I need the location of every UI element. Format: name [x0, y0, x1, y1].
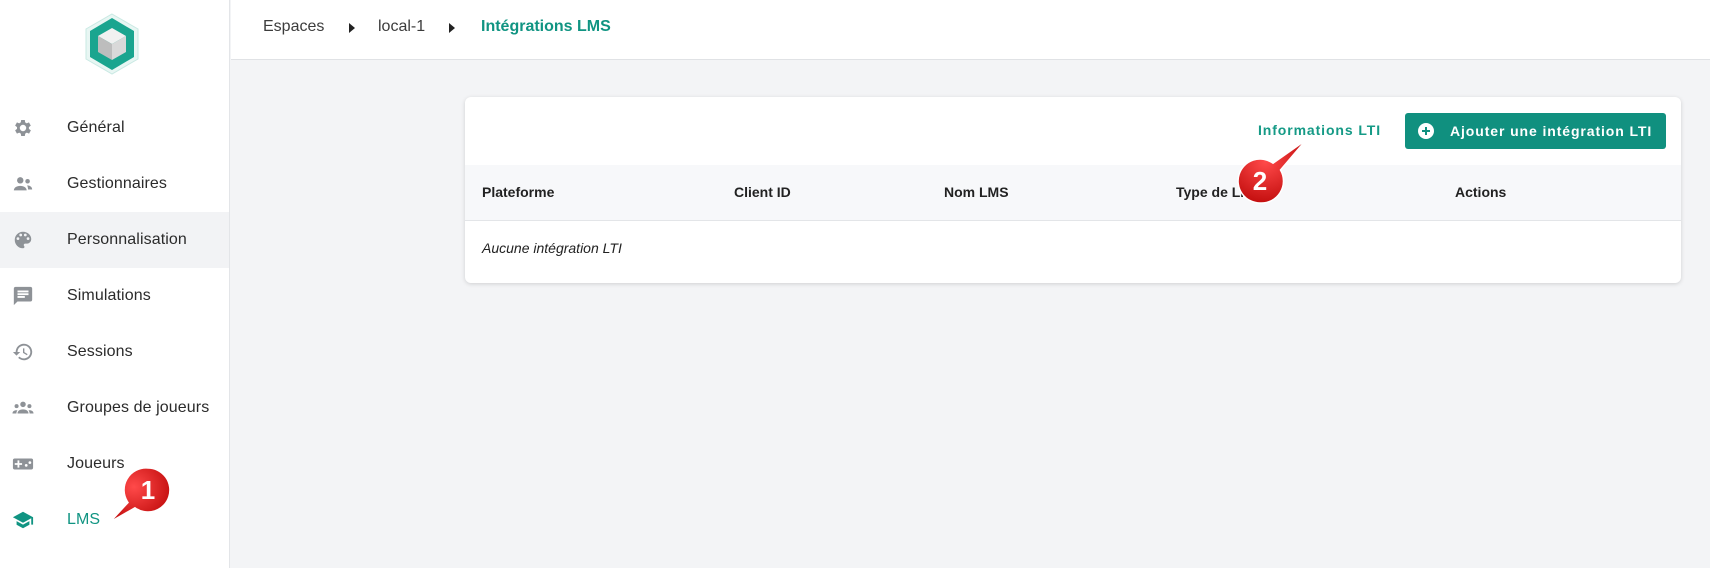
callout-number: 2 [1252, 165, 1268, 196]
column-header-nom-lms[interactable]: Nom LMS [944, 184, 1009, 200]
sidebar-item-label: Gestionnaires [67, 175, 168, 192]
lti-integrations-card: Informations LTI Ajouter une intégration… [465, 97, 1681, 283]
breadcrumb-espaces[interactable]: Espaces [263, 18, 324, 36]
people-icon [12, 173, 34, 195]
sidebar-item-general[interactable]: Général [0, 100, 229, 156]
history-icon [12, 341, 34, 363]
sidebar-nav: Général Gestionnaires Personnalisation S… [0, 100, 229, 548]
breadcrumb-local-1[interactable]: local-1 [378, 18, 425, 36]
chevron-right-icon [349, 23, 355, 33]
add-button-label: Ajouter une intégration LTI [1450, 123, 1653, 139]
cube-logo-icon[interactable] [84, 12, 140, 76]
empty-table-message: Aucune intégration LTI [482, 240, 622, 256]
sidebar-item-label: LMS [67, 511, 101, 528]
sidebar-item-label: Sessions [67, 343, 133, 360]
callout-marker-2: 2 [1236, 139, 1307, 205]
sidebar: Général Gestionnaires Personnalisation S… [0, 0, 230, 568]
sidebar-item-label: Joueurs [67, 455, 125, 472]
sidebar-item-gestionnaires[interactable]: Gestionnaires [0, 156, 229, 212]
column-header-plateforme[interactable]: Plateforme [482, 184, 554, 200]
sidebar-item-joueurs[interactable]: Joueurs [0, 436, 229, 492]
sidebar-item-sessions[interactable]: Sessions [0, 324, 229, 380]
gear-icon [12, 117, 34, 139]
add-lti-integration-button[interactable]: Ajouter une intégration LTI [1405, 113, 1666, 149]
callout-marker-1: 1 [109, 466, 172, 523]
sidebar-item-personnalisation[interactable]: Personnalisation [0, 212, 229, 268]
column-header-actions: Actions [1455, 184, 1507, 200]
school-icon [12, 509, 34, 531]
lti-info-link[interactable]: Informations LTI [1258, 122, 1381, 138]
callout-number: 1 [140, 474, 156, 505]
add-circle-icon [1418, 123, 1434, 139]
table-header: Plateforme Client ID Nom LMS Type de LMS… [465, 165, 1681, 221]
sidebar-item-label: Simulations [67, 287, 151, 304]
groups-icon [12, 397, 34, 419]
sidebar-item-label: Personnalisation [67, 231, 187, 248]
breadcrumb: Espaces local-1 Intégrations LMS [231, 0, 1710, 60]
palette-icon [12, 229, 34, 251]
gamepad-icon [12, 453, 34, 475]
sidebar-item-simulations[interactable]: Simulations [0, 268, 229, 324]
sidebar-item-label: Groupes de joueurs [67, 399, 210, 416]
chat-icon [12, 285, 34, 307]
breadcrumb-current: Intégrations LMS [481, 18, 611, 35]
chevron-right-icon [449, 23, 455, 33]
sidebar-item-label: Général [67, 119, 125, 136]
column-header-client-id[interactable]: Client ID [734, 184, 791, 200]
sidebar-item-groupes-de-joueurs[interactable]: Groupes de joueurs [0, 380, 229, 436]
